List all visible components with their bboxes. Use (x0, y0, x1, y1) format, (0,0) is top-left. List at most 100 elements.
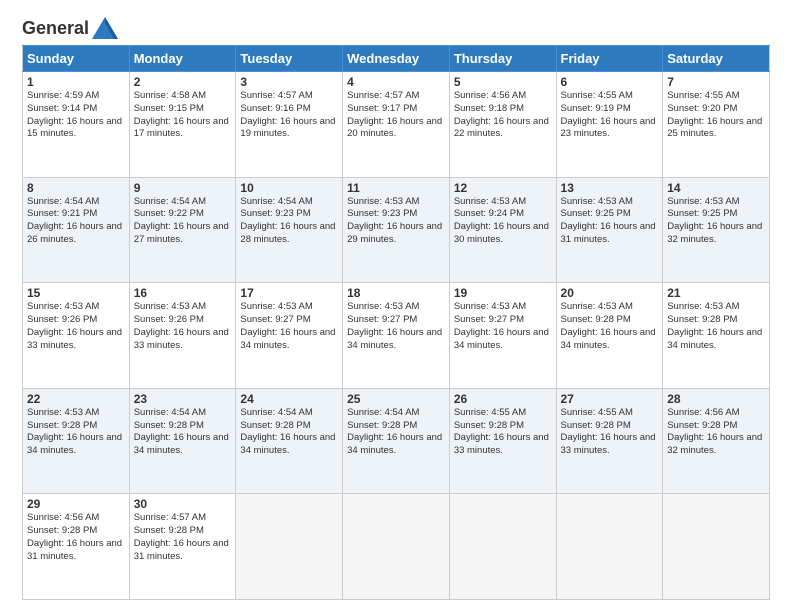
logo-general-text: General (22, 18, 89, 39)
col-thursday: Thursday (449, 46, 556, 72)
calendar-cell (556, 494, 663, 600)
day-info: Sunrise: 4:53 AMSunset: 9:25 PMDaylight:… (561, 196, 659, 247)
page: General Sunday Monday Tuesday Wednesday (0, 0, 792, 612)
day-number: 24 (240, 392, 338, 406)
calendar-cell: 12Sunrise: 4:53 AMSunset: 9:24 PMDayligh… (449, 177, 556, 283)
day-number: 12 (454, 181, 552, 195)
day-info: Sunrise: 4:53 AMSunset: 9:28 PMDaylight:… (27, 407, 125, 458)
calendar-table: Sunday Monday Tuesday Wednesday Thursday… (22, 45, 770, 600)
day-info: Sunrise: 4:58 AMSunset: 9:15 PMDaylight:… (134, 90, 232, 141)
day-number: 5 (454, 75, 552, 89)
calendar-week-row: 8Sunrise: 4:54 AMSunset: 9:21 PMDaylight… (23, 177, 770, 283)
day-info: Sunrise: 4:54 AMSunset: 9:28 PMDaylight:… (240, 407, 338, 458)
calendar-cell: 24Sunrise: 4:54 AMSunset: 9:28 PMDayligh… (236, 388, 343, 494)
day-number: 11 (347, 181, 445, 195)
calendar-cell (449, 494, 556, 600)
calendar-week-row: 29Sunrise: 4:56 AMSunset: 9:28 PMDayligh… (23, 494, 770, 600)
day-info: Sunrise: 4:55 AMSunset: 9:19 PMDaylight:… (561, 90, 659, 141)
calendar-cell: 30Sunrise: 4:57 AMSunset: 9:28 PMDayligh… (129, 494, 236, 600)
calendar-cell: 25Sunrise: 4:54 AMSunset: 9:28 PMDayligh… (343, 388, 450, 494)
day-number: 6 (561, 75, 659, 89)
day-number: 18 (347, 286, 445, 300)
day-info: Sunrise: 4:55 AMSunset: 9:28 PMDaylight:… (454, 407, 552, 458)
day-number: 23 (134, 392, 232, 406)
day-number: 29 (27, 497, 125, 511)
day-info: Sunrise: 4:54 AMSunset: 9:21 PMDaylight:… (27, 196, 125, 247)
col-friday: Friday (556, 46, 663, 72)
calendar-cell: 11Sunrise: 4:53 AMSunset: 9:23 PMDayligh… (343, 177, 450, 283)
day-number: 26 (454, 392, 552, 406)
col-saturday: Saturday (663, 46, 770, 72)
day-info: Sunrise: 4:56 AMSunset: 9:18 PMDaylight:… (454, 90, 552, 141)
day-number: 1 (27, 75, 125, 89)
day-info: Sunrise: 4:55 AMSunset: 9:20 PMDaylight:… (667, 90, 765, 141)
day-number: 14 (667, 181, 765, 195)
calendar-cell (343, 494, 450, 600)
calendar-week-row: 22Sunrise: 4:53 AMSunset: 9:28 PMDayligh… (23, 388, 770, 494)
col-monday: Monday (129, 46, 236, 72)
calendar-cell: 29Sunrise: 4:56 AMSunset: 9:28 PMDayligh… (23, 494, 130, 600)
calendar-cell: 18Sunrise: 4:53 AMSunset: 9:27 PMDayligh… (343, 283, 450, 389)
day-info: Sunrise: 4:57 AMSunset: 9:17 PMDaylight:… (347, 90, 445, 141)
day-number: 21 (667, 286, 765, 300)
day-number: 25 (347, 392, 445, 406)
calendar-cell: 10Sunrise: 4:54 AMSunset: 9:23 PMDayligh… (236, 177, 343, 283)
calendar-cell: 2Sunrise: 4:58 AMSunset: 9:15 PMDaylight… (129, 72, 236, 178)
day-number: 27 (561, 392, 659, 406)
day-info: Sunrise: 4:53 AMSunset: 9:27 PMDaylight:… (240, 301, 338, 352)
day-info: Sunrise: 4:53 AMSunset: 9:25 PMDaylight:… (667, 196, 765, 247)
calendar-cell: 9Sunrise: 4:54 AMSunset: 9:22 PMDaylight… (129, 177, 236, 283)
day-number: 10 (240, 181, 338, 195)
calendar-week-row: 1Sunrise: 4:59 AMSunset: 9:14 PMDaylight… (23, 72, 770, 178)
day-number: 7 (667, 75, 765, 89)
day-number: 30 (134, 497, 232, 511)
day-info: Sunrise: 4:59 AMSunset: 9:14 PMDaylight:… (27, 90, 125, 141)
day-info: Sunrise: 4:53 AMSunset: 9:23 PMDaylight:… (347, 196, 445, 247)
calendar-cell (663, 494, 770, 600)
calendar-week-row: 15Sunrise: 4:53 AMSunset: 9:26 PMDayligh… (23, 283, 770, 389)
day-number: 13 (561, 181, 659, 195)
day-info: Sunrise: 4:53 AMSunset: 9:28 PMDaylight:… (667, 301, 765, 352)
day-number: 16 (134, 286, 232, 300)
header: General (22, 18, 770, 35)
calendar-cell: 22Sunrise: 4:53 AMSunset: 9:28 PMDayligh… (23, 388, 130, 494)
calendar-cell: 17Sunrise: 4:53 AMSunset: 9:27 PMDayligh… (236, 283, 343, 389)
calendar-cell: 1Sunrise: 4:59 AMSunset: 9:14 PMDaylight… (23, 72, 130, 178)
col-wednesday: Wednesday (343, 46, 450, 72)
calendar-cell: 3Sunrise: 4:57 AMSunset: 9:16 PMDaylight… (236, 72, 343, 178)
day-number: 17 (240, 286, 338, 300)
calendar-cell: 13Sunrise: 4:53 AMSunset: 9:25 PMDayligh… (556, 177, 663, 283)
calendar-cell: 19Sunrise: 4:53 AMSunset: 9:27 PMDayligh… (449, 283, 556, 389)
calendar-cell: 4Sunrise: 4:57 AMSunset: 9:17 PMDaylight… (343, 72, 450, 178)
day-number: 19 (454, 286, 552, 300)
day-info: Sunrise: 4:55 AMSunset: 9:28 PMDaylight:… (561, 407, 659, 458)
day-info: Sunrise: 4:53 AMSunset: 9:26 PMDaylight:… (27, 301, 125, 352)
day-info: Sunrise: 4:56 AMSunset: 9:28 PMDaylight:… (667, 407, 765, 458)
day-info: Sunrise: 4:53 AMSunset: 9:24 PMDaylight:… (454, 196, 552, 247)
day-number: 20 (561, 286, 659, 300)
logo-icon (92, 17, 118, 39)
day-info: Sunrise: 4:57 AMSunset: 9:16 PMDaylight:… (240, 90, 338, 141)
day-info: Sunrise: 4:53 AMSunset: 9:28 PMDaylight:… (561, 301, 659, 352)
calendar-cell: 14Sunrise: 4:53 AMSunset: 9:25 PMDayligh… (663, 177, 770, 283)
calendar-cell: 6Sunrise: 4:55 AMSunset: 9:19 PMDaylight… (556, 72, 663, 178)
col-tuesday: Tuesday (236, 46, 343, 72)
day-info: Sunrise: 4:53 AMSunset: 9:27 PMDaylight:… (347, 301, 445, 352)
day-info: Sunrise: 4:53 AMSunset: 9:26 PMDaylight:… (134, 301, 232, 352)
col-sunday: Sunday (23, 46, 130, 72)
day-number: 22 (27, 392, 125, 406)
calendar-cell: 27Sunrise: 4:55 AMSunset: 9:28 PMDayligh… (556, 388, 663, 494)
day-number: 4 (347, 75, 445, 89)
day-number: 3 (240, 75, 338, 89)
calendar-cell: 23Sunrise: 4:54 AMSunset: 9:28 PMDayligh… (129, 388, 236, 494)
day-info: Sunrise: 4:57 AMSunset: 9:28 PMDaylight:… (134, 512, 232, 563)
calendar-header-row: Sunday Monday Tuesday Wednesday Thursday… (23, 46, 770, 72)
day-number: 8 (27, 181, 125, 195)
day-info: Sunrise: 4:54 AMSunset: 9:28 PMDaylight:… (347, 407, 445, 458)
calendar-cell: 20Sunrise: 4:53 AMSunset: 9:28 PMDayligh… (556, 283, 663, 389)
day-info: Sunrise: 4:53 AMSunset: 9:27 PMDaylight:… (454, 301, 552, 352)
calendar-cell: 5Sunrise: 4:56 AMSunset: 9:18 PMDaylight… (449, 72, 556, 178)
calendar-cell (236, 494, 343, 600)
calendar-cell: 8Sunrise: 4:54 AMSunset: 9:21 PMDaylight… (23, 177, 130, 283)
day-info: Sunrise: 4:54 AMSunset: 9:23 PMDaylight:… (240, 196, 338, 247)
